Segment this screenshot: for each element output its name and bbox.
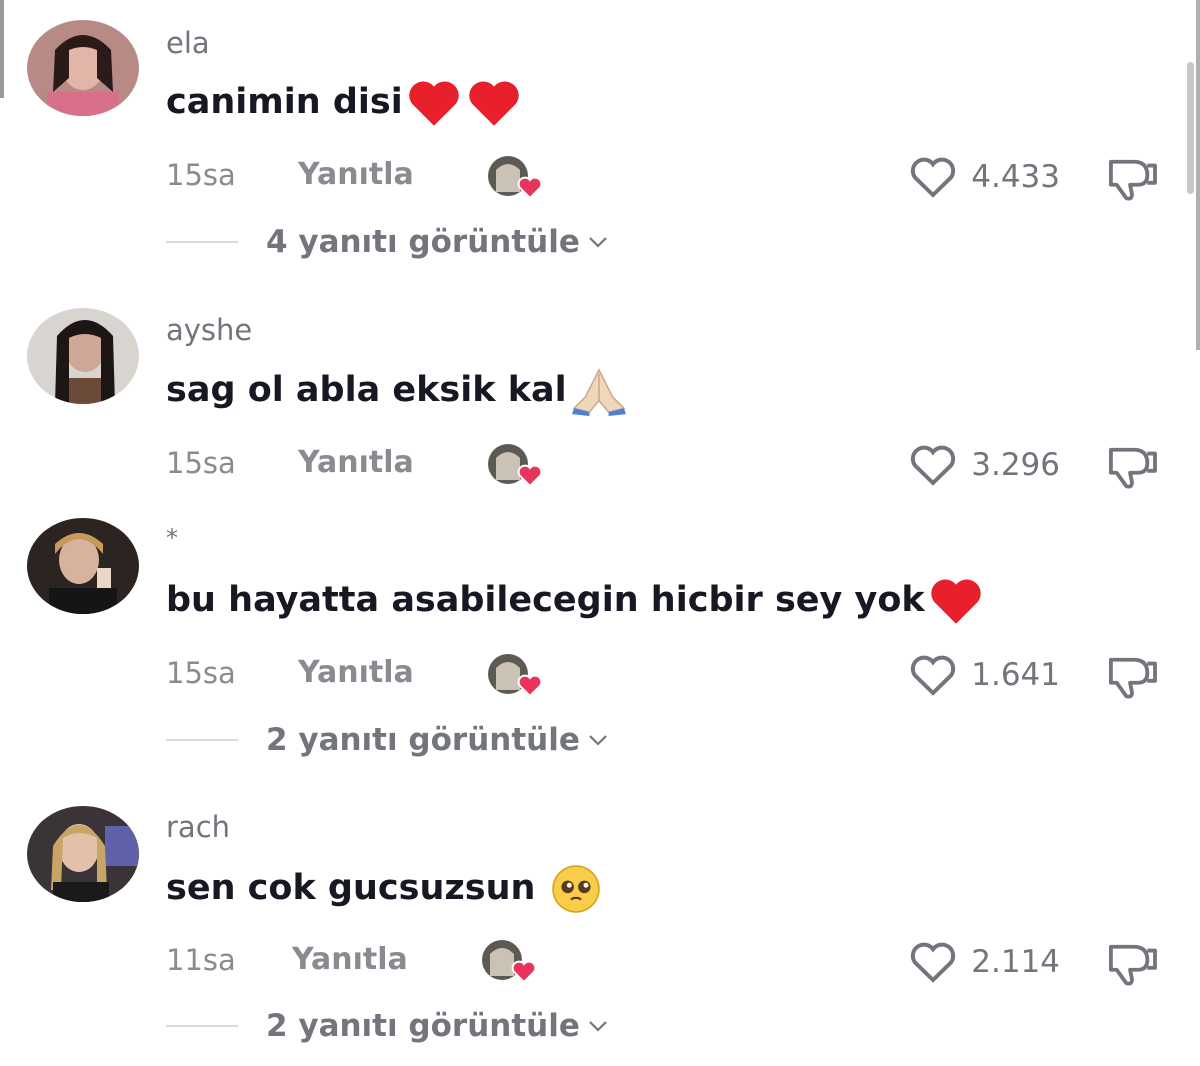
thumbs-down-icon[interactable] <box>1104 654 1160 700</box>
divider-line <box>166 241 238 243</box>
comment-time: 15sa <box>166 158 236 192</box>
comment-text: sag ol abla eksik kal <box>166 366 629 416</box>
like-count: 1.641 <box>971 657 1060 693</box>
heart-outline-icon <box>911 655 956 696</box>
comment-username[interactable]: rach <box>166 810 230 844</box>
comment-username[interactable]: ela <box>166 26 210 60</box>
screenshot-edge <box>1196 0 1200 350</box>
thumbs-down-icon[interactable] <box>1104 156 1160 202</box>
divider-line <box>166 739 238 741</box>
reply-button[interactable]: Yanıtla <box>292 942 408 977</box>
scrollbar[interactable] <box>1187 62 1194 194</box>
comment-time: 15sa <box>166 446 236 480</box>
praying-hands-emoji <box>571 368 626 416</box>
like-button[interactable]: 3.296 <box>907 443 1060 487</box>
comment-username[interactable]: ayshe <box>166 313 252 347</box>
screenshot-edge <box>0 0 4 98</box>
like-button[interactable]: 1.641 <box>907 653 1060 697</box>
comment-text-content: sen cok gucsuzsun <box>166 868 548 908</box>
view-replies-label: 2 yanıtı görüntüle <box>266 722 580 758</box>
red-heart-emoji <box>930 579 981 624</box>
comment-text: bu hayatta asabilecegin hicbir sey yok <box>166 576 985 626</box>
comment-time: 15sa <box>166 656 236 690</box>
avatar[interactable] <box>27 518 139 614</box>
reply-button[interactable]: Yanıtla <box>298 655 414 690</box>
heart-outline-icon <box>911 445 956 486</box>
creator-liked-badge-icon <box>488 156 543 200</box>
like-count: 3.296 <box>971 447 1060 483</box>
red-heart-emoji <box>409 81 459 126</box>
comment-text: canimin disi <box>166 78 523 128</box>
avatar[interactable] <box>27 20 139 116</box>
comment-text-content: sag ol abla eksik kal <box>166 370 567 410</box>
creator-liked-badge-icon <box>482 940 537 984</box>
divider-line <box>166 1025 238 1027</box>
thumbs-down-icon[interactable] <box>1104 444 1160 490</box>
view-replies-link[interactable]: 4 yanıtı görüntüle <box>166 224 610 260</box>
thumbs-down-icon[interactable] <box>1104 941 1160 987</box>
red-heart-emoji <box>469 81 519 126</box>
view-replies-link[interactable]: 2 yanıtı görüntüle <box>166 1008 610 1044</box>
like-count: 2.114 <box>971 944 1060 980</box>
pleading-face-emoji <box>551 865 600 913</box>
chevron-down-icon <box>589 735 607 746</box>
comment-text: sen cok gucsuzsun <box>166 864 602 914</box>
like-button[interactable]: 4.433 <box>907 155 1060 199</box>
avatar[interactable] <box>27 806 139 902</box>
heart-outline-icon <box>911 942 956 983</box>
creator-liked-badge-icon <box>488 444 543 488</box>
avatar[interactable] <box>27 308 139 404</box>
view-replies-label: 2 yanıtı görüntüle <box>266 1008 580 1044</box>
chevron-down-icon <box>589 1021 607 1032</box>
heart-outline-icon <box>911 157 956 198</box>
like-count: 4.433 <box>971 159 1060 195</box>
view-replies-link[interactable]: 2 yanıtı görüntüle <box>166 722 610 758</box>
creator-liked-badge-icon <box>488 654 543 698</box>
chevron-down-icon <box>589 237 607 248</box>
like-button[interactable]: 2.114 <box>907 940 1060 984</box>
reply-button[interactable]: Yanıtla <box>298 445 414 480</box>
comment-text-content: bu hayatta asabilecegin hicbir sey yok <box>166 580 925 620</box>
comment-text-content: canimin disi <box>166 82 403 122</box>
comment-time: 11sa <box>166 943 236 977</box>
comment-username[interactable]: * <box>166 524 178 552</box>
view-replies-label: 4 yanıtı görüntüle <box>266 224 580 260</box>
reply-button[interactable]: Yanıtla <box>298 157 414 192</box>
